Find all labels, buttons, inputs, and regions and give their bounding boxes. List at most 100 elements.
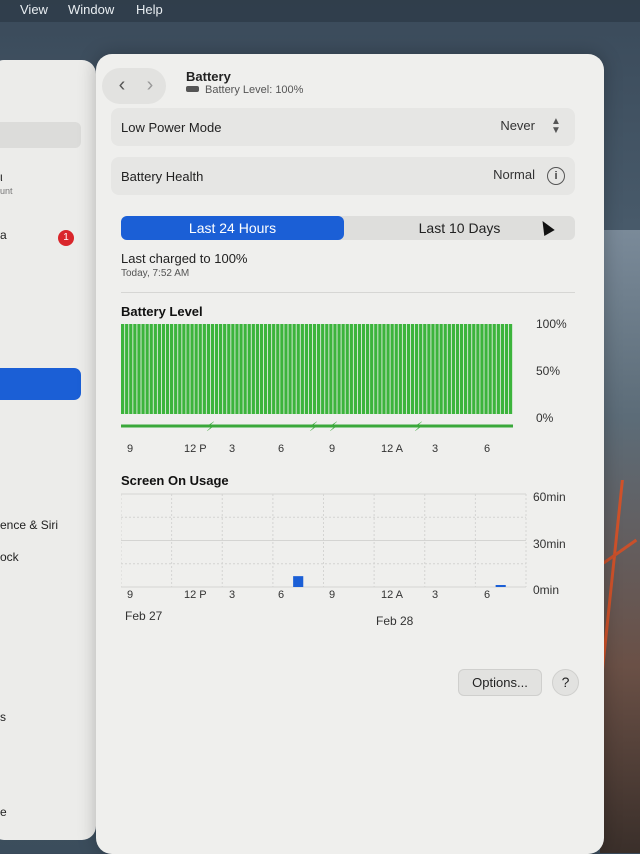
battery-bar [390,324,394,414]
updown-stepper-icon[interactable]: ▲ ▼ [547,117,565,136]
sidebar-item-account[interactable]: ι [0,170,3,184]
menu-window[interactable]: Window [68,2,114,17]
battery-bar [198,324,202,414]
battery-bar [459,324,464,414]
date-label-feb-28: Feb 28 [376,614,414,628]
battery-bar [280,324,284,414]
battery-bar [255,324,260,414]
usage-x-tick: 3 [432,589,439,601]
sidebar-item-misc[interactable]: s [0,710,6,724]
battery-bar [161,324,166,414]
last-charged-title: Last charged to 100% [121,251,248,266]
battery-health-label: Battery Health [121,169,204,184]
battery-bar [398,324,402,414]
battery-bar [121,324,125,414]
battery-bar [500,324,505,414]
usage-bar [293,576,304,587]
battery-bar [325,324,329,414]
battery-bar [178,324,182,414]
screen-usage-chart [121,493,527,588]
battery-bar [349,324,353,414]
battery-bar [157,324,162,414]
page-title: Battery [186,69,231,84]
battery-bar [251,324,255,414]
battery-bar [276,324,280,414]
battery-bar [476,324,480,414]
sidebar-search-field[interactable] [0,122,81,148]
sidebar-item-misc-2[interactable]: e [0,805,7,819]
battery-bar [366,324,370,414]
battery-bar [341,324,345,414]
battery-bar [329,324,333,414]
tab-last-24-hours[interactable]: Last 24 Hours [121,216,344,240]
battery-bar [129,324,133,414]
battery-y-tick-0: 0% [536,411,554,425]
battery-bar [227,324,231,414]
battery-x-tick: 3 [432,443,439,455]
forward-button[interactable]: › [138,74,162,98]
usage-x-tick: 9 [329,589,336,601]
battery-bar [357,324,362,414]
battery-bar [504,324,509,414]
battery-bar [137,324,141,414]
battery-health-value: Normal [493,167,535,182]
back-button[interactable]: ‹ [110,74,134,98]
battery-bar [386,324,390,414]
battery-bar [186,324,190,414]
battery-bar [443,324,447,414]
help-button[interactable]: ? [552,669,579,696]
battery-bar [317,324,321,414]
battery-bar [243,324,247,414]
battery-bar [268,324,272,414]
menu-view[interactable]: View [20,2,48,17]
battery-bar [361,324,366,414]
battery-health-row: Battery Health Normal i [111,157,575,195]
menu-help[interactable]: Help [136,2,163,17]
battery-bar [153,324,157,414]
charging-bolt-icon: ⚡ [329,420,338,435]
battery-bar [345,324,349,414]
battery-level-text: Battery Level: 100% [205,84,304,96]
battery-bar [480,324,484,414]
sidebar-item-selected[interactable] [0,368,81,400]
sidebar-item-updates[interactable]: a [0,228,7,242]
battery-x-tick: 9 [127,443,134,455]
info-icon[interactable]: i [547,167,565,185]
last-charged-time: Today, 7:52 AM [121,268,190,279]
low-power-select[interactable]: Never [500,118,535,133]
battery-bar [447,324,451,414]
battery-bar [410,324,415,414]
low-power-label: Low Power Mode [121,120,222,135]
battery-bar [182,324,186,414]
battery-x-tick: 6 [278,443,285,455]
battery-bar [219,324,223,414]
battery-bar [378,324,382,414]
usage-y-tick-60: 60min [533,490,566,504]
battery-bar [231,324,235,414]
battery-icon [186,86,199,92]
battery-level-title: Battery Level [121,304,203,319]
sidebar-item-lock[interactable]: ock [0,550,19,564]
screen-usage-title: Screen On Usage [121,473,229,488]
battery-bar [296,324,300,414]
battery-bar [419,324,423,414]
battery-bar [488,324,492,414]
low-power-mode-row: Low Power Mode Never ▲ ▼ [111,108,575,146]
usage-x-tick: 6 [484,589,491,601]
battery-bar [464,324,468,414]
options-button[interactable]: Options... [458,669,542,696]
notification-badge: 1 [58,230,74,246]
battery-bar [223,324,227,414]
battery-y-tick-100: 100% [536,317,567,331]
battery-bar [202,324,206,414]
usage-x-tick: 12 A [381,589,404,601]
battery-bar [508,324,513,414]
battery-bar [145,324,149,414]
battery-bar [194,324,198,414]
usage-x-tick: 12 P [184,589,207,601]
battery-bar [468,324,472,414]
charging-bolt-icon: ⚡ [309,420,318,435]
battery-bar [259,324,264,414]
sidebar-item-siri[interactable]: ence & Siri [0,518,58,532]
battery-bar [423,324,427,414]
